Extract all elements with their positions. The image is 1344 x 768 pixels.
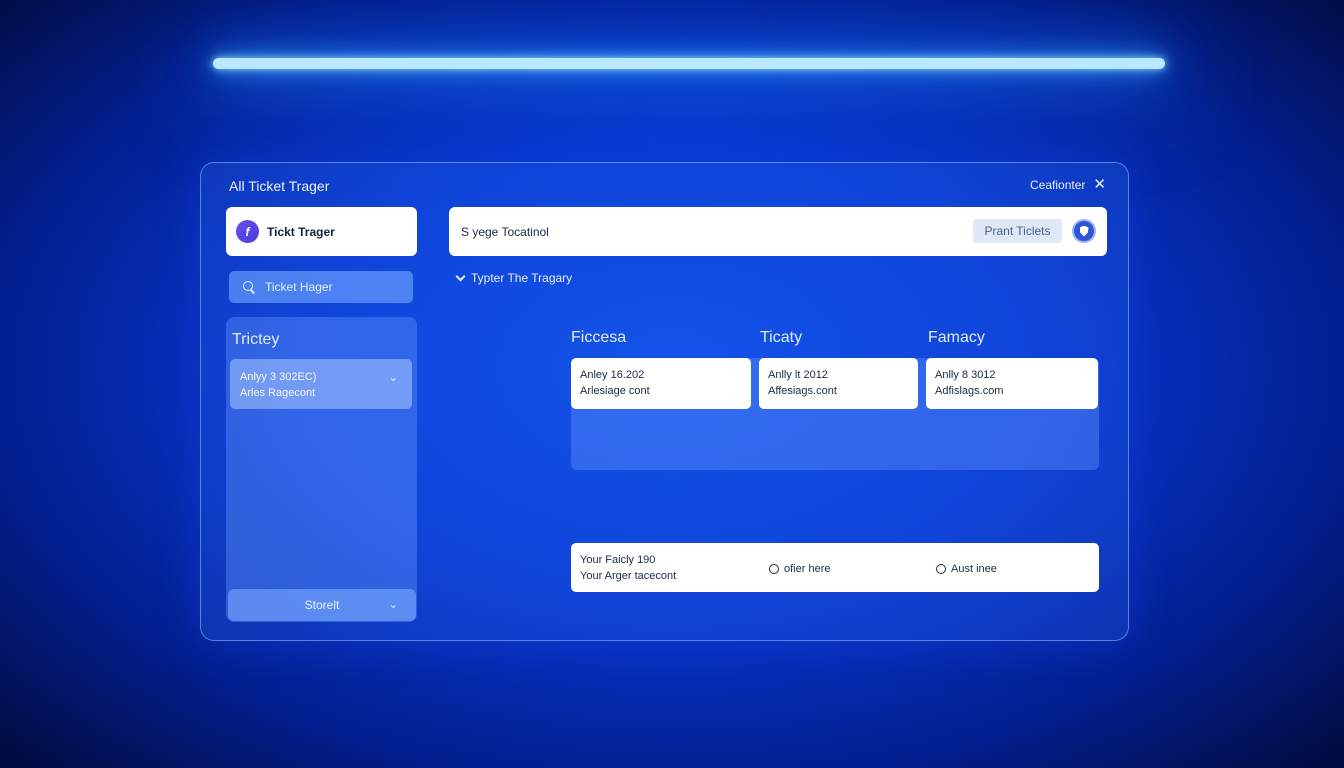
summary-line2: Your Arger tacecont [580, 570, 677, 582]
ticket-card-line2: Arlesiage cont [580, 385, 650, 397]
ticket-card[interactable]: Anlly lt 2012 Affesiags.cont [759, 358, 918, 409]
radio-label: ofier here [784, 563, 831, 575]
ticket-card[interactable]: Anley 16.202 Arlesiage cont [571, 358, 751, 409]
header-right-label[interactable]: Ceafionter [1030, 178, 1085, 192]
ticket-card-line1: Anlly lt 2012 [768, 369, 828, 381]
chevron-down-icon[interactable]: ⌄ [389, 370, 398, 386]
ticket-card-line2: Adfislags.com [935, 385, 1004, 397]
column-title: Ficcesa [571, 329, 627, 346]
sidebar-bottom-label: Storelt [304, 598, 340, 612]
summary-card: Your Faicly 190 Your Arger tacecont ofie… [571, 543, 1099, 592]
sidebar-brand-card[interactable]: f Tickt Trager [226, 207, 417, 256]
toolbar-search-field[interactable]: S yege Tocatinol [461, 225, 549, 239]
sidebar-search-input[interactable]: Ticket Hager [229, 271, 413, 303]
ticket-app-window: All Ticket Trager Ceafionter ✕ f Tickt T… [200, 162, 1129, 641]
sidebar-panel-title: Trictey [232, 331, 280, 348]
chevron-down-icon [455, 271, 466, 281]
ticket-card[interactable]: Anlly 8 3012 Adfislags.com [926, 358, 1098, 409]
sidebar-bottom-dropdown[interactable]: Storelt ⌄ [228, 589, 416, 621]
search-icon [243, 281, 255, 293]
column-title: Ticaty [760, 329, 803, 346]
ticket-card-line1: Anlly 8 3012 [935, 369, 996, 381]
ticket-card-line1: Anley 16.202 [580, 369, 645, 381]
ticket-card-line2: Affesiags.cont [768, 385, 837, 397]
section-toggle-label: Typter The Tragary [471, 271, 573, 285]
sidebar-item-line2: Arles Ragecont [240, 387, 316, 399]
radio-option[interactable]: ofier here [769, 563, 830, 575]
window-header-actions: Ceafionter ✕ [1030, 177, 1106, 192]
radio-label: Aust inee [951, 563, 997, 575]
search-placeholder: Ticket Hager [265, 280, 333, 294]
close-icon[interactable]: ✕ [1093, 177, 1106, 192]
neon-light-bar [213, 58, 1165, 69]
shield-icon [1079, 225, 1089, 237]
sidebar-list-item[interactable]: Anlyy 3 302EC) Arles Ragecont ⌄ [230, 359, 412, 409]
sidebar-panel: Trictey Anlyy 3 302EC) Arles Ragecont ⌄ … [226, 317, 417, 622]
sidebar-brand-label: Tickt Trager [267, 224, 335, 239]
main-toolbar: S yege Tocatinol Prant Ticlets [449, 207, 1107, 256]
radio-circle-icon [936, 564, 946, 574]
print-tickets-button[interactable]: Prant Ticlets [973, 219, 1062, 243]
sidebar-item-line1: Anlyy 3 302EC) [240, 371, 317, 383]
shield-button[interactable] [1072, 219, 1096, 243]
radio-circle-icon [769, 564, 779, 574]
app-logo-icon: f [236, 220, 259, 243]
radio-option[interactable]: Aust inee [936, 563, 997, 575]
summary-text: Your Faicly 190 Your Arger tacecont [580, 552, 676, 584]
summary-line1: Your Faicly 190 [580, 554, 656, 566]
column-title: Famacy [928, 329, 985, 346]
section-toggle[interactable]: Typter The Tragary [455, 271, 573, 285]
window-title: All Ticket Trager [229, 178, 330, 194]
chevron-down-icon: ⌄ [388, 599, 398, 611]
